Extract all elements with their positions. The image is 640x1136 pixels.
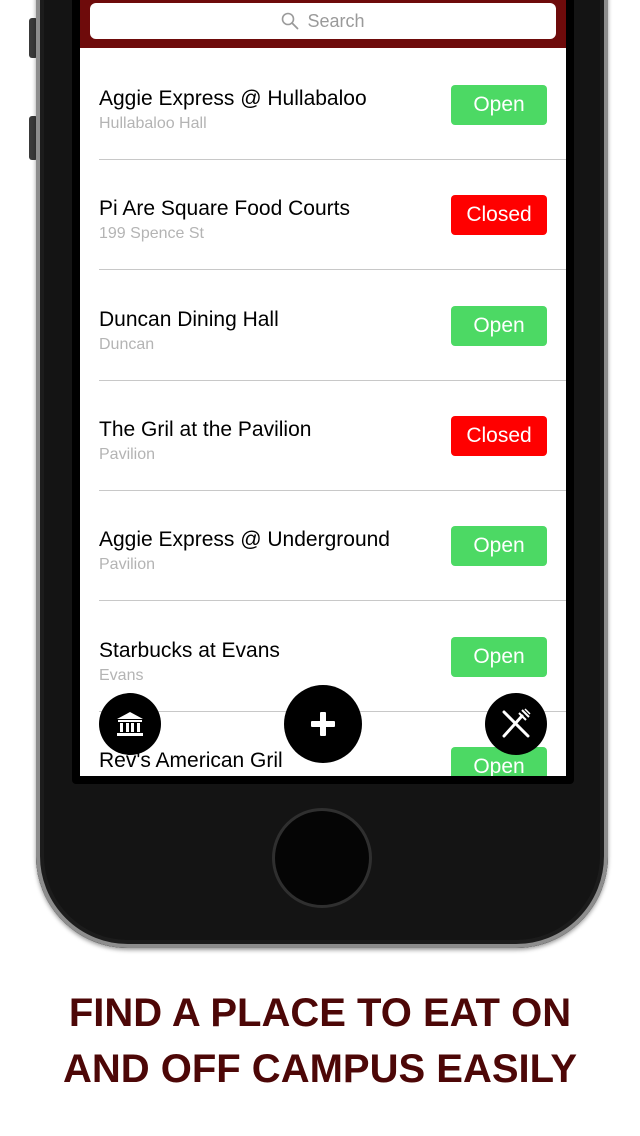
restaurant-name: The Gril at the Pavilion <box>99 418 312 441</box>
restaurant-location: Pavilion <box>99 446 156 463</box>
search-placeholder: Search <box>307 10 365 31</box>
status-badge: Open <box>451 747 547 776</box>
plus-icon <box>311 712 335 736</box>
tagline: FIND A PLACE TO EAT ON AND OFF CAMPUS EA… <box>0 985 640 1097</box>
dining-button[interactable] <box>485 693 547 755</box>
restaurant-location: 199 Spence St <box>99 225 204 242</box>
restaurant-name: Starbucks at Evans <box>99 639 280 662</box>
restaurant-location: Pavilion <box>99 556 156 573</box>
status-badge: Open <box>451 637 547 677</box>
status-badge: Closed <box>451 195 547 235</box>
restaurant-location: Evans <box>99 667 144 684</box>
search-bar: Search <box>80 0 566 48</box>
restaurant-name: Aggie Express @ Hullabaloo <box>99 87 367 110</box>
building-icon <box>117 712 143 736</box>
restaurant-name: Pi Are Square Food Courts <box>99 197 350 220</box>
restaurant-name: Aggie Express @ Underground <box>99 528 390 551</box>
tagline-line-2: AND OFF CAMPUS EASILY <box>62 1047 578 1091</box>
locations-button[interactable] <box>99 693 161 755</box>
app-screen: Search Aggie Express @ Hullabaloo Hullaba… <box>80 0 566 776</box>
restaurant-location: Duncan <box>99 336 155 353</box>
tagline-line-1: FIND A PLACE TO EAT ON <box>68 991 572 1035</box>
search-icon <box>282 12 299 30</box>
restaurant-name: Duncan Dining Hall <box>99 308 279 331</box>
status-badge: Open <box>451 526 547 566</box>
status-badge: Closed <box>451 416 547 456</box>
restaurant-location: Hullabaloo Hall <box>99 115 207 132</box>
list-item[interactable]: Aggie Express @ Underground Pavilion Open <box>80 490 566 601</box>
list-item[interactable]: The Gril at the Pavilion Pavilion Closed <box>80 380 566 491</box>
add-button[interactable] <box>284 685 362 763</box>
status-badge: Open <box>451 85 547 125</box>
status-badge: Open <box>451 306 547 346</box>
fork-knife-icon <box>502 708 531 738</box>
search-input[interactable]: Search <box>90 3 556 39</box>
list-item[interactable]: Pi Are Square Food Courts 199 Spence St Cl… <box>80 159 566 270</box>
list-item[interactable]: Duncan Dining Hall Duncan Open <box>80 270 566 381</box>
home-button[interactable] <box>272 808 372 908</box>
list-item[interactable]: Aggie Express @ Hullabaloo Hullabaloo Hal… <box>80 49 566 160</box>
